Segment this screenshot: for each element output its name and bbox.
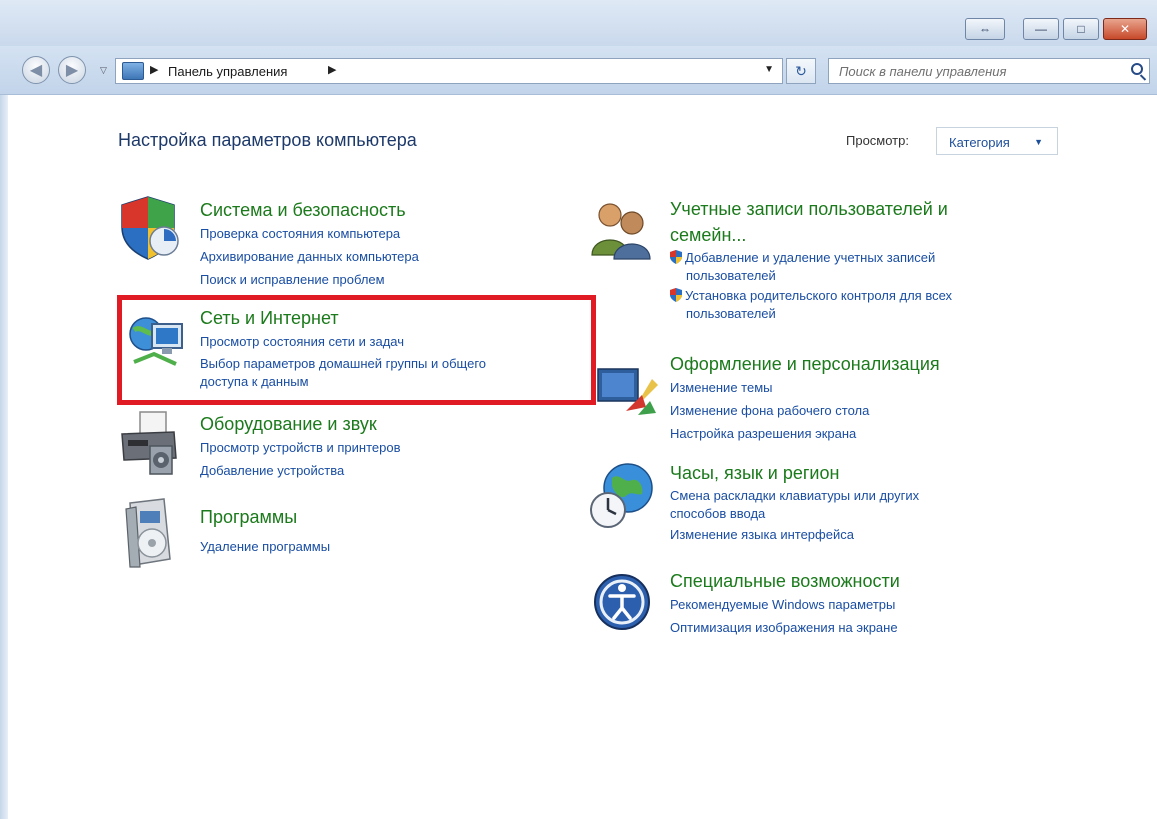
- printer-icon[interactable]: [116, 410, 182, 476]
- navigation-bar: ◀ ▶ ▽ ▶ Панель управления ▶ ▼ ↻: [0, 46, 1157, 95]
- control-panel-icon: [122, 62, 144, 80]
- category-user-accounts: Учетные записи пользователей и семейн...…: [670, 197, 952, 323]
- minimize-icon: —: [1035, 22, 1047, 36]
- restore-down-button[interactable]: ⇔: [965, 18, 1005, 40]
- category-clock-region: Часы, язык и регион Смена раскладки клав…: [670, 461, 919, 546]
- link-backup[interactable]: Архивирование данных компьютера: [200, 245, 419, 268]
- link-devices-printers[interactable]: Просмотр устройств и принтеров: [200, 436, 400, 459]
- link-change-keyboards[interactable]: Смена раскладки клавиатуры или других: [670, 487, 919, 505]
- category-title[interactable]: Система и безопасность: [200, 198, 419, 222]
- recent-pages-dropdown[interactable]: ▽: [100, 65, 107, 76]
- category-title[interactable]: Часы, язык и регион: [670, 461, 919, 485]
- programs-icon[interactable]: [120, 497, 180, 569]
- category-title[interactable]: Программы: [200, 505, 330, 529]
- category-ease-of-access: Специальные возможности Рекомендуемые Wi…: [670, 569, 900, 639]
- link-screen-resolution[interactable]: Настройка разрешения экрана: [670, 422, 940, 445]
- category-title[interactable]: Оборудование и звук: [200, 412, 400, 436]
- link-uninstall[interactable]: Удаление программы: [200, 535, 330, 558]
- breadcrumb-separator-icon[interactable]: ▶: [150, 63, 158, 76]
- view-label: Просмотр:: [846, 133, 909, 148]
- category-system-security: Система и безопасность Проверка состояни…: [200, 198, 419, 291]
- uac-shield-icon: [670, 250, 682, 264]
- category-title[interactable]: Оформление и персонализация: [670, 352, 940, 376]
- link-troubleshoot[interactable]: Поиск и исправление проблем: [200, 268, 419, 291]
- close-icon: ✕: [1119, 22, 1131, 36]
- page-title: Настройка параметров компьютера: [118, 130, 417, 150]
- minimize-button[interactable]: —: [1023, 18, 1059, 40]
- uac-shield-icon: [670, 288, 682, 302]
- maximize-button[interactable]: □: [1063, 18, 1099, 40]
- users-icon[interactable]: [590, 197, 654, 261]
- title-bar: ⇔ — □ ✕: [0, 0, 1157, 46]
- highlight-box: [117, 295, 596, 405]
- link-check-status[interactable]: Проверка состояния компьютера: [200, 222, 419, 245]
- link-change-theme[interactable]: Изменение темы: [670, 376, 940, 399]
- link-add-remove-accounts-cont[interactable]: пользователей: [670, 267, 952, 285]
- accessibility-icon[interactable]: [592, 572, 652, 632]
- link-change-background[interactable]: Изменение фона рабочего стола: [670, 399, 940, 422]
- link-add-remove-accounts[interactable]: Добавление и удаление учетных записей: [670, 249, 952, 267]
- address-dropdown-icon[interactable]: ▼: [764, 64, 774, 75]
- link-recommended-settings[interactable]: Рекомендуемые Windows параметры: [670, 593, 900, 616]
- swap-icon: ⇔: [979, 22, 991, 36]
- control-panel-window: ⇔ — □ ✕ ◀ ▶ ▽ ▶ Панель управления ▶ ▼ ↻ …: [0, 0, 1157, 819]
- close-button[interactable]: ✕: [1103, 18, 1147, 40]
- shield-icon[interactable]: [118, 195, 182, 261]
- category-title-line2[interactable]: семейн...: [670, 223, 952, 247]
- category-hardware-sound: Оборудование и звук Просмотр устройств и…: [200, 412, 400, 482]
- globe-clock-icon[interactable]: [588, 462, 656, 530]
- arrow-right-icon: ▶: [65, 62, 79, 79]
- search-box[interactable]: [828, 58, 1150, 84]
- category-title[interactable]: Специальные возможности: [670, 569, 900, 593]
- link-display-language[interactable]: Изменение языка интерфейса: [670, 523, 919, 546]
- left-border: [0, 95, 8, 819]
- chevron-down-icon: ▼: [1034, 137, 1043, 147]
- link-add-device[interactable]: Добавление устройства: [200, 459, 400, 482]
- category-programs: Программы Удаление программы: [200, 505, 330, 558]
- forward-button[interactable]: ▶: [58, 56, 86, 84]
- link-parental-controls-cont[interactable]: пользователей: [670, 305, 952, 323]
- address-bar[interactable]: ▶ Панель управления ▶ ▼: [115, 58, 783, 84]
- maximize-icon: □: [1077, 22, 1085, 36]
- link-change-keyboards-cont[interactable]: способов ввода: [670, 505, 919, 523]
- breadcrumb-control-panel[interactable]: Панель управления: [168, 64, 287, 79]
- link-optimize-display[interactable]: Оптимизация изображения на экране: [670, 616, 900, 639]
- link-parental-controls[interactable]: Установка родительского контроля для все…: [670, 287, 952, 305]
- link-text: Установка родительского контроля для все…: [685, 288, 953, 303]
- back-button[interactable]: ◀: [22, 56, 50, 84]
- breadcrumb-chevron-icon[interactable]: ▶: [328, 63, 336, 76]
- refresh-button[interactable]: ↻: [786, 58, 816, 84]
- appearance-icon[interactable]: [596, 365, 660, 417]
- link-text: Добавление и удаление учетных записей: [685, 250, 936, 265]
- refresh-icon: ↻: [795, 62, 807, 79]
- view-by-value: Категория: [949, 135, 1010, 150]
- search-icon[interactable]: [1131, 63, 1143, 75]
- arrow-left-icon: ◀: [29, 62, 43, 79]
- search-input[interactable]: [837, 63, 1111, 80]
- view-by-dropdown[interactable]: Категория ▼: [936, 127, 1058, 155]
- category-title[interactable]: Учетные записи пользователей и: [670, 197, 952, 221]
- category-appearance: Оформление и персонализация Изменение те…: [670, 352, 940, 445]
